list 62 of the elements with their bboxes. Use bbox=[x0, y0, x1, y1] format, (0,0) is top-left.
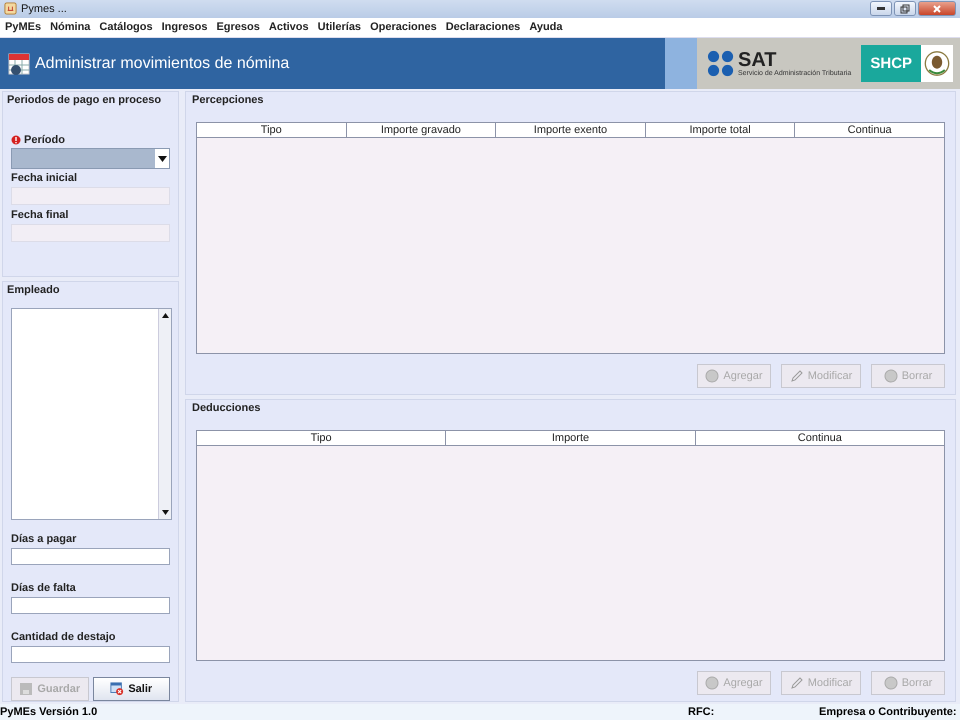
menu-item[interactable]: Utilerías bbox=[318, 21, 362, 34]
panel-title: Percepciones bbox=[192, 94, 265, 106]
version-label: PyMEs Versión 1.0 bbox=[0, 706, 98, 718]
panel-title: Periodos de pago en proceso bbox=[7, 94, 162, 106]
sat-logo-icon bbox=[707, 50, 735, 78]
pencil-icon bbox=[790, 676, 804, 690]
input-field[interactable] bbox=[11, 646, 170, 664]
caret-icon bbox=[158, 156, 166, 162]
app-icon bbox=[4, 2, 17, 16]
plus-circle-icon bbox=[705, 676, 720, 690]
plus-circle-icon bbox=[705, 368, 720, 383]
field-label: Período bbox=[24, 134, 65, 146]
menu-item[interactable]: Ayuda bbox=[529, 21, 563, 34]
column-header[interactable]: Tipo bbox=[197, 430, 446, 445]
up-arrow-icon bbox=[162, 313, 168, 318]
minus-circle-icon bbox=[884, 676, 898, 690]
menu-item[interactable]: Catálogos bbox=[99, 21, 153, 34]
banner-stripe bbox=[665, 38, 697, 90]
minimize-icon bbox=[877, 7, 885, 10]
menu-item[interactable]: Operaciones bbox=[370, 21, 437, 34]
menu-item[interactable]: Activos bbox=[268, 21, 309, 34]
period-dropdown[interactable] bbox=[11, 148, 170, 170]
menu-item[interactable]: PyMEs bbox=[5, 21, 42, 34]
window-close-icon bbox=[110, 682, 124, 696]
menu-item[interactable]: Declaraciones bbox=[446, 21, 520, 34]
restore-button[interactable] bbox=[894, 1, 916, 16]
column-header[interactable]: Continua bbox=[696, 430, 944, 445]
close-button[interactable] bbox=[918, 1, 956, 16]
pencil-icon bbox=[790, 368, 804, 383]
rfc-label: RFC: bbox=[688, 706, 716, 718]
field-label: Fecha inicial bbox=[11, 172, 78, 184]
menu-item[interactable]: Ingresos bbox=[162, 21, 208, 34]
input-field[interactable] bbox=[11, 597, 170, 614]
down-arrow-icon bbox=[162, 510, 168, 516]
seal-icon bbox=[921, 45, 954, 82]
column-header[interactable]: Importe bbox=[446, 430, 696, 445]
company-label: Empresa o Contribuyente: bbox=[819, 706, 957, 718]
logo-text: SAT bbox=[738, 50, 777, 70]
minus-circle-icon bbox=[884, 368, 898, 383]
menu-item[interactable]: Nómina bbox=[50, 21, 90, 34]
column-header[interactable]: Importe total bbox=[646, 123, 796, 138]
exit-button[interactable]: Salir bbox=[92, 677, 170, 702]
scrollbar[interactable] bbox=[158, 309, 171, 520]
restore-icon bbox=[900, 4, 910, 14]
column-header[interactable]: Continua bbox=[795, 123, 944, 138]
field-label: Días a pagar bbox=[11, 533, 78, 546]
panel-title: Deducciones bbox=[192, 402, 262, 414]
input-field[interactable] bbox=[11, 548, 170, 566]
window-title: Pymes ... bbox=[21, 2, 67, 15]
panel-title: Empleado bbox=[7, 284, 61, 296]
field-label: Cantidad de destajo bbox=[11, 631, 117, 644]
field-label: Fecha final bbox=[11, 209, 70, 222]
field-label: Días de falta bbox=[11, 582, 77, 594]
menu-item[interactable]: Egresos bbox=[216, 21, 260, 34]
column-header[interactable]: Tipo bbox=[197, 123, 347, 138]
page-title: Administrar movimientos de nómina bbox=[35, 54, 290, 73]
column-header[interactable]: Importe exento bbox=[496, 123, 646, 138]
close-icon bbox=[932, 4, 942, 14]
employee-list[interactable] bbox=[11, 308, 172, 520]
minimize-button[interactable] bbox=[870, 1, 892, 16]
logo-text: SHCP bbox=[861, 45, 922, 82]
column-header[interactable]: Importe gravado bbox=[346, 123, 496, 138]
